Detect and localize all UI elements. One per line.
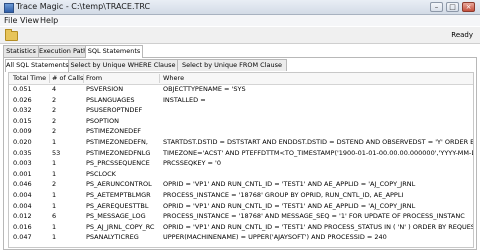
table-row[interactable]: 0.004 1 PS_AEREQUESTTBL OPRID = 'VP1' AND R… — [9, 202, 473, 212]
cell-total-time: 0.009 — [13, 127, 32, 136]
cell-calls: 1 — [52, 159, 57, 168]
cell-where: OPRID = 'VP1' AND RUN_CNTL_ID = 'TEST1' … — [163, 222, 474, 231]
cell-from: PSOPTION — [86, 116, 119, 125]
cell-where: INSTALLED = — [163, 95, 206, 104]
title-bar: Trace Magic - C:\temp\TRACE.TRC – □ × — [0, 0, 480, 15]
cell-total-time: 0.046 — [13, 180, 32, 189]
cell-where: OPRID = 'VP1' AND RUN_CNTL_ID = 'TEST1' … — [163, 180, 416, 189]
cell-total-time: 0.003 — [13, 159, 32, 168]
cell-calls: 1 — [52, 138, 57, 146]
table-row[interactable]: 0.003 1 PS_PRCSSEQUENCE PRCSSEQKEY = '0 — [9, 159, 473, 169]
column-calls[interactable]: # of Calls — [52, 73, 83, 84]
sql-table: Total Time # of Calls From Where 0.051 4 P… — [8, 72, 474, 248]
cell-from: PS_AJ_JRNL_COPY_RC — [86, 222, 155, 231]
cell-calls: 2 — [52, 127, 57, 136]
cell-where: PROCESS_INSTANCE = '18768' GROUP BY OPRI… — [163, 191, 404, 199]
tab-execution-path[interactable]: Execution Path — [38, 45, 87, 57]
cell-calls: 1 — [52, 233, 57, 242]
column-separator[interactable] — [159, 74, 160, 83]
cell-total-time: 0.012 — [13, 212, 32, 221]
cell-total-time: 0.004 — [13, 191, 32, 199]
cell-from: PS_MESSAGE_LOG — [86, 212, 146, 221]
cell-calls: 53 — [52, 148, 61, 157]
subtab-unique-where[interactable]: Select by Unique WHERE Clause — [68, 59, 178, 71]
table-row[interactable]: 0.015 2 PSOPTION — [9, 117, 473, 127]
cell-from: PSANALYTICREG — [86, 233, 139, 242]
cell-calls: 1 — [52, 201, 57, 210]
cell-where: PRCSSEQKEY = '0 — [163, 159, 221, 168]
table-row[interactable]: 0.035 53 PSTIMEZONEDFNLG TIMEZONE='ACST' AN… — [9, 149, 473, 159]
close-button[interactable]: × — [462, 2, 475, 12]
cell-calls: 1 — [52, 191, 57, 199]
cell-calls: 2 — [52, 106, 57, 115]
cell-total-time: 0.047 — [13, 233, 32, 242]
cell-total-time: 0.051 — [13, 85, 32, 93]
cell-calls: 2 — [52, 95, 57, 104]
cell-from: PSVERSION — [86, 85, 124, 93]
window-title: Trace Magic - C:\temp\TRACE.TRC — [16, 2, 151, 11]
table-row[interactable]: 0.016 1 PS_AJ_JRNL_COPY_RC OPRID = 'VP1' AN… — [9, 223, 473, 233]
cell-calls: 1 — [52, 222, 57, 231]
cell-total-time: 0.032 — [13, 106, 32, 115]
cell-total-time: 0.015 — [13, 116, 32, 125]
cell-from: PSLANGUAGES — [86, 95, 135, 104]
menu-view[interactable]: View — [20, 16, 39, 25]
table-row[interactable]: 0.012 6 PS_MESSAGE_LOG PROCESS_INSTANCE = '… — [9, 212, 473, 222]
column-separator[interactable] — [83, 74, 84, 83]
minimize-button[interactable]: – — [430, 2, 443, 12]
cell-from: PSTIMEZONEDEFN, — [86, 138, 148, 146]
cell-from: PS_AERUNCONTROL — [86, 180, 152, 189]
cell-from: PS_AEREQUESTTBL — [86, 201, 149, 210]
cell-calls: 2 — [52, 180, 57, 189]
cell-where: PROCESS_INSTANCE = '18768' AND MESSAGE_S… — [163, 212, 465, 221]
maximize-button[interactable]: □ — [446, 2, 459, 12]
menu-file[interactable]: File — [4, 16, 17, 25]
cell-total-time: 0.001 — [13, 169, 32, 178]
cell-calls: 4 — [52, 85, 57, 93]
column-from[interactable]: From — [86, 73, 102, 84]
cell-total-time: 0.020 — [13, 138, 32, 146]
column-total-time[interactable]: Total Time — [13, 73, 46, 84]
cell-where: TIMEZONE='ACST' AND PTEFFDTTM<TO_TIMESTA… — [163, 148, 474, 157]
table-row[interactable]: 0.009 2 PSTIMEZONEDEF — [9, 127, 473, 137]
cell-total-time: 0.035 — [13, 148, 32, 157]
cell-calls: 2 — [52, 116, 57, 125]
cell-from: PS_PRCSSEQUENCE — [86, 159, 150, 168]
cell-where: OBJECTTYPENAME = 'SYS — [163, 85, 246, 93]
menu-help[interactable]: Help — [40, 16, 58, 25]
tab-sql-statements[interactable]: SQL Statements — [85, 45, 143, 58]
subtab-unique-from[interactable]: Select by Unique FROM Clause — [177, 59, 287, 71]
table-row[interactable]: 0.051 4 PSVERSION OBJECTTYPENAME = 'SYS — [9, 85, 473, 95]
cell-calls: 6 — [52, 212, 57, 221]
cell-from: PSTIMEZONEDEF — [86, 127, 142, 136]
column-separator[interactable] — [49, 74, 50, 83]
cell-from: PSUSEROPTNDEF — [86, 106, 143, 115]
cell-total-time: 0.004 — [13, 201, 32, 210]
cell-from: PSTIMEZONEDFNLG — [86, 148, 151, 157]
cell-where: UPPER(MACHINENAME) = UPPER('AJAYSOFT') A… — [163, 233, 387, 242]
table-row[interactable]: 0.032 2 PSUSEROPTNDEF — [9, 106, 473, 116]
tab-statistics[interactable]: Statistics — [3, 45, 39, 57]
table-row[interactable]: 0.046 2 PS_AERUNCONTROL OPRID = 'VP1' AND R… — [9, 180, 473, 190]
cell-where: STARTDST.DSTID = DSTSTART AND ENDDST.DST… — [163, 138, 474, 146]
cell-from: PSCLOCK — [86, 169, 116, 178]
folder-open-icon[interactable] — [5, 29, 18, 41]
cell-total-time: 0.026 — [13, 95, 32, 104]
menu-bar: File View Help — [0, 15, 480, 26]
cell-total-time: 0.016 — [13, 222, 32, 231]
cell-from: PS_AETEMPTBLMGR — [86, 191, 151, 199]
toolbar: Ready — [0, 27, 480, 44]
cell-where: OPRID = 'VP1' AND RUN_CNTL_ID = 'TEST1' … — [163, 201, 416, 210]
column-where[interactable]: Where — [163, 73, 184, 84]
table-row[interactable]: 0.004 1 PS_AETEMPTBLMGR PROCESS_INSTANCE = … — [9, 191, 473, 201]
app-icon — [4, 3, 14, 13]
subtab-all-sql[interactable]: All SQL Statements — [5, 59, 69, 72]
table-row[interactable]: 0.026 2 PSLANGUAGES INSTALLED = — [9, 96, 473, 106]
table-row[interactable]: 0.047 1 PSANALYTICREG UPPER(MACHINENAME) = … — [9, 233, 473, 243]
table-row[interactable]: 0.001 1 PSCLOCK — [9, 170, 473, 180]
cell-calls: 1 — [52, 169, 57, 178]
status-text: Ready — [451, 31, 473, 39]
table-row[interactable]: 0.020 1 PSTIMEZONEDEFN, STARTDST.DSTID = DS… — [9, 138, 473, 148]
